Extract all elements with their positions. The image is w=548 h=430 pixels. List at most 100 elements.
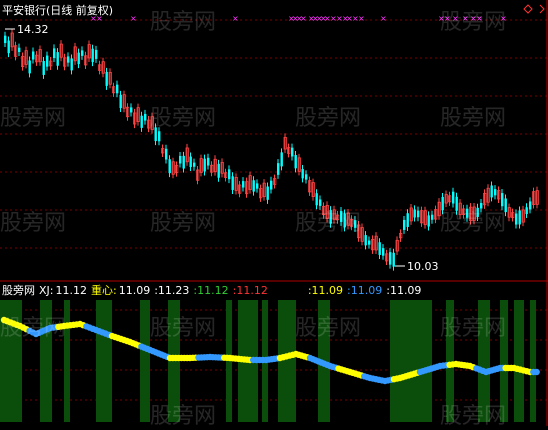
candlesticks: [4, 28, 539, 271]
signal-band: [500, 300, 508, 422]
indicator-header: 股旁网 XJ: 11.12 重心: 11.09:11.23:11.12:11.12:11…: [2, 284, 425, 298]
candle-body: [343, 213, 346, 228]
candle-body: [378, 242, 381, 255]
candle-body: [392, 252, 395, 267]
candle-body: [480, 203, 483, 209]
corner-chevron-icon[interactable]: [539, 4, 545, 14]
candle-body: [427, 215, 430, 227]
signal-mark: ×: [462, 14, 469, 23]
signal-marks: × × × × ×××× ××××× × × ×× × × × × × × × × × ×: [90, 14, 507, 23]
signal-mark: ×: [500, 14, 507, 23]
chart-title: 平安银行(日线 前复权): [2, 4, 114, 17]
candle-body: [525, 207, 528, 215]
candle-body: [452, 191, 455, 204]
indicator-name: 股旁网: [2, 284, 35, 297]
center-label: 重心:: [91, 284, 117, 297]
candle-body: [18, 47, 21, 53]
candle-body: [515, 213, 518, 225]
candle-body: [217, 163, 220, 178]
signal-mark: ×: [452, 14, 459, 23]
signal-band: [96, 300, 112, 422]
candle-body: [364, 235, 367, 246]
candle-body: [277, 163, 280, 175]
indicator-dot: [533, 368, 540, 376]
corner-diamond-icon[interactable]: [523, 4, 533, 14]
candle-body: [70, 58, 73, 71]
signal-mark: ×: [232, 14, 239, 23]
candle-body: [441, 196, 444, 211]
candle-body: [4, 35, 7, 44]
candle-body: [207, 157, 210, 166]
candle-body: [389, 252, 392, 265]
candle-body: [319, 199, 322, 206]
indicator-value-5: :11.09: [347, 284, 383, 297]
candle-body: [455, 196, 458, 211]
signal-mark: ×: [444, 14, 451, 23]
candle-body: [494, 189, 497, 196]
candle-body: [231, 176, 234, 190]
xj-value: 11.12: [55, 284, 88, 297]
candle-body: [242, 181, 245, 188]
candle-body: [228, 169, 231, 180]
candle-body: [368, 240, 371, 245]
candle-body: [501, 193, 504, 207]
signal-band: [478, 300, 490, 422]
signal-mark: ×: [300, 14, 307, 23]
indicator-line: [0, 316, 540, 385]
candle-body: [165, 148, 168, 160]
candle-body: [168, 159, 171, 174]
candle-body: [490, 185, 493, 198]
candle-body: [42, 60, 45, 75]
chart-canvas[interactable]: × × × × ×××× ××××× × × ×× × × × × × × × × × × 14.32 10.03: [0, 0, 548, 426]
candle-body: [179, 155, 182, 164]
candle-body: [116, 84, 119, 94]
candle-body: [77, 52, 80, 65]
candle-body: [95, 49, 98, 59]
indicator-value-1: :11.23: [154, 284, 190, 297]
candle-body: [413, 209, 416, 218]
candle-body: [305, 174, 308, 180]
indicator-value-4: :11.09: [307, 284, 344, 297]
signal-band: [140, 300, 150, 422]
signal-mark: ×: [130, 14, 137, 23]
signal-band: [530, 300, 536, 422]
signal-band: [446, 300, 454, 422]
xj-label: XJ:: [39, 284, 54, 297]
indicator-value-2: :11.12: [193, 284, 229, 297]
candle-body: [280, 152, 283, 167]
signal-band: [40, 300, 52, 422]
candle-body: [291, 147, 294, 157]
candle-body: [266, 186, 269, 200]
candle-body: [130, 107, 133, 113]
price-high-label: 14.32: [17, 23, 49, 36]
signal-mark: ×: [476, 14, 483, 23]
candle-body: [203, 158, 206, 172]
candle-body: [340, 211, 343, 222]
candle-body: [403, 219, 406, 230]
center-value: 11.09: [118, 284, 151, 297]
candle-body: [189, 156, 192, 168]
candle-body: [140, 115, 143, 128]
candle-body: [91, 48, 94, 63]
candle-body: [256, 183, 259, 189]
candle-body: [252, 180, 255, 192]
candle-body: [144, 113, 147, 121]
candle-body: [154, 127, 157, 142]
signal-band: [64, 300, 70, 422]
indicator-value-6: :11.09: [386, 284, 422, 297]
candle-body: [294, 155, 297, 169]
signal-band: [390, 300, 432, 422]
candle-body: [466, 208, 469, 218]
candle-body: [158, 131, 161, 142]
indicator-value-3: :11.12: [232, 284, 268, 297]
candle-body: [329, 210, 332, 224]
candle-body: [56, 52, 59, 66]
candle-body: [417, 210, 420, 218]
candle-body: [53, 48, 56, 59]
candle-body: [28, 60, 31, 74]
candle-body: [270, 180, 273, 190]
candle-body: [518, 210, 521, 225]
candle-body: [46, 55, 49, 67]
candle-body: [529, 201, 532, 210]
grid: [0, 19, 548, 401]
